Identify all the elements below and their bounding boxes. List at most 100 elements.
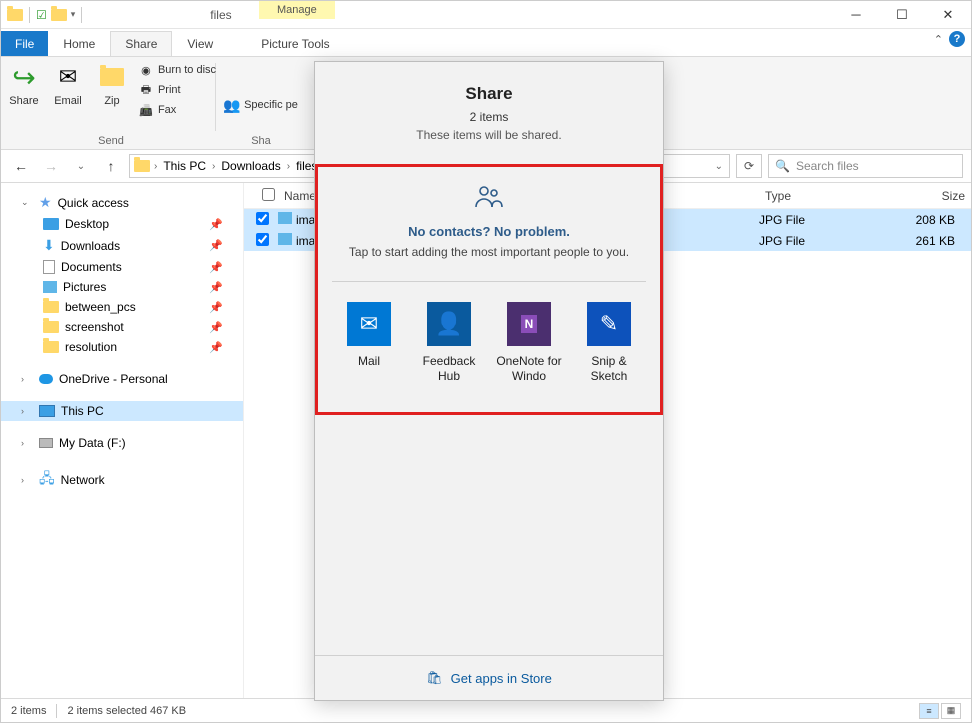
fax-button[interactable]: 📠Fax — [136, 101, 218, 119]
specific-people-button[interactable]: 👥 Specific pe — [222, 77, 300, 133]
column-type[interactable]: Type — [759, 189, 879, 203]
onenote-icon: N — [507, 302, 551, 346]
collapse-ribbon-icon[interactable]: ⌃ — [934, 33, 943, 46]
sidebar-this-pc[interactable]: ›This PC — [1, 401, 243, 421]
help-icon[interactable]: ? — [949, 31, 965, 47]
download-icon: ⬇ — [43, 237, 55, 254]
print-button[interactable]: 🖶Print — [136, 81, 218, 99]
folder-icon — [43, 341, 59, 353]
people-icon: 👥 — [224, 97, 240, 113]
select-all-checkbox[interactable] — [262, 188, 275, 201]
image-icon — [278, 233, 292, 245]
no-contacts-sub: Tap to start adding the most important p… — [332, 245, 646, 259]
share-app-feedback[interactable]: 👤 Feedback Hub — [413, 302, 485, 384]
no-contacts-title: No contacts? No problem. — [332, 224, 646, 239]
folder-icon — [134, 160, 150, 172]
close-button[interactable]: ✕ — [925, 1, 971, 29]
share-panel-info: These items will be shared. — [327, 128, 651, 142]
sidebar-quick-access[interactable]: ⌄★Quick access — [1, 191, 243, 214]
document-icon — [43, 260, 55, 274]
forward-button[interactable]: → — [39, 154, 63, 178]
search-input[interactable]: 🔍 Search files — [768, 154, 963, 178]
pc-icon — [39, 405, 55, 417]
sidebar-my-data[interactable]: ›My Data (F:) — [1, 433, 243, 453]
qat-checkbox[interactable]: ☑ — [36, 8, 47, 22]
contextual-tab-header: Manage — [259, 1, 335, 19]
sidebar-item-resolution[interactable]: resolution📌 — [1, 337, 243, 357]
recent-button[interactable]: ⌄ — [69, 154, 93, 178]
printer-icon: 🖶 — [138, 82, 154, 98]
folder-icon — [7, 9, 23, 21]
chevron-right-icon: › — [152, 161, 159, 172]
star-icon: ★ — [39, 194, 52, 211]
sidebar-item-between-pcs[interactable]: between_pcs📌 — [1, 297, 243, 317]
minimize-button[interactable]: ─ — [833, 1, 879, 29]
file-tab[interactable]: File — [1, 31, 48, 56]
ribbon-tabs: File Home Share View Picture Tools ⌃ ? — [1, 29, 971, 57]
folder-icon — [43, 301, 59, 313]
zip-button[interactable]: Zip — [92, 59, 132, 133]
send-group-label: Send — [13, 133, 209, 149]
share-tab[interactable]: Share — [110, 31, 172, 56]
sidebar-item-screenshot[interactable]: screenshot📌 — [1, 317, 243, 337]
network-icon: 🖧 — [39, 468, 55, 492]
share-with-group-label: Sha — [222, 133, 300, 149]
window-title: files — [90, 8, 833, 22]
view-tab[interactable]: View — [172, 31, 228, 56]
disc-icon: ◉ — [138, 62, 154, 78]
share-panel-items: 2 items — [327, 110, 651, 124]
snip-icon: ✎ — [587, 302, 631, 346]
up-button[interactable]: ↑ — [99, 154, 123, 178]
drive-icon — [39, 438, 53, 448]
chevron-down-icon[interactable]: ⌄ — [713, 161, 725, 172]
sidebar-item-pictures[interactable]: Pictures📌 — [1, 277, 243, 297]
sidebar-item-desktop[interactable]: Desktop📌 — [1, 214, 243, 234]
status-count: 2 items — [11, 705, 46, 717]
search-icon: 🔍 — [775, 159, 790, 173]
share-panel-footer[interactable]: 🛍 Get apps in Store — [315, 655, 663, 700]
status-bar: 2 items 2 items selected 467 KB ≡ ▦ — [1, 698, 971, 722]
pictures-icon — [43, 281, 57, 293]
store-icon: 🛍 — [426, 670, 443, 686]
sidebar-onedrive[interactable]: ›OneDrive - Personal — [1, 369, 243, 389]
row-checkbox[interactable] — [256, 212, 269, 225]
picture-tools-tab[interactable]: Picture Tools — [246, 31, 344, 56]
share-app-onenote[interactable]: N OneNote for Windo — [493, 302, 565, 384]
folder-icon — [43, 321, 59, 333]
pin-icon: 📌 — [209, 281, 223, 294]
share-app-snip[interactable]: ✎ Snip & Sketch — [573, 302, 645, 384]
email-button[interactable]: ✉ Email — [48, 59, 88, 133]
burn-disc-button[interactable]: ◉Burn to disc — [136, 61, 218, 79]
row-checkbox[interactable] — [256, 233, 269, 246]
maximize-button[interactable]: ☐ — [879, 1, 925, 29]
share-app-mail[interactable]: ✉ Mail — [333, 302, 405, 384]
image-icon — [278, 212, 292, 224]
home-tab[interactable]: Home — [48, 31, 110, 56]
manage-label: Manage — [259, 1, 335, 19]
sidebar-item-downloads[interactable]: ⬇Downloads📌 — [1, 234, 243, 257]
share-button[interactable]: ↪ Share — [4, 59, 44, 133]
back-button[interactable]: ← — [9, 154, 33, 178]
onedrive-icon — [39, 374, 53, 384]
sidebar-network[interactable]: ›🖧Network — [1, 465, 243, 495]
titlebar: ☑ ▾ Manage files ─ ☐ ✕ — [1, 1, 971, 29]
share-panel-title: Share — [327, 84, 651, 104]
navigation-pane: ⌄★Quick access Desktop📌 ⬇Downloads📌 Docu… — [1, 183, 244, 715]
breadcrumb[interactable]: Downloads — [219, 159, 282, 173]
sidebar-item-documents[interactable]: Documents📌 — [1, 257, 243, 277]
fax-icon: 📠 — [138, 102, 154, 118]
pin-icon: 📌 — [209, 321, 223, 334]
pin-icon: 📌 — [209, 341, 223, 354]
share-apps: ✉ Mail 👤 Feedback Hub N OneNote for Wind… — [332, 302, 646, 384]
zip-icon — [100, 68, 124, 86]
breadcrumb[interactable]: This PC — [161, 159, 208, 173]
details-view-button[interactable]: ≡ — [919, 703, 939, 719]
chevron-down-icon[interactable]: ▾ — [71, 9, 76, 20]
share-panel-highlighted: No contacts? No problem. Tap to start ad… — [315, 164, 663, 415]
pin-icon: 📌 — [209, 261, 223, 274]
desktop-icon — [43, 218, 59, 230]
pin-icon: 📌 — [209, 301, 223, 314]
thumbnails-view-button[interactable]: ▦ — [941, 703, 961, 719]
column-size[interactable]: Size — [879, 189, 971, 203]
refresh-button[interactable]: ⟳ — [736, 154, 762, 178]
